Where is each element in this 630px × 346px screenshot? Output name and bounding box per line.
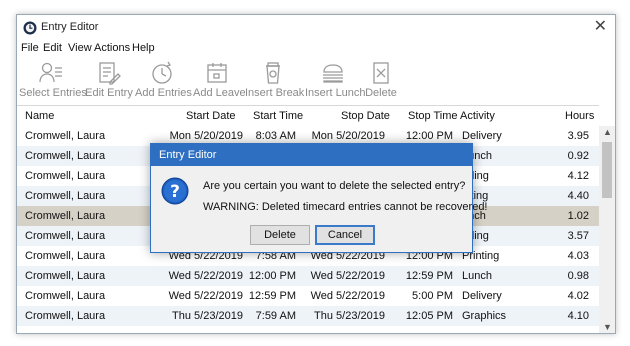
dialog-title: Entry Editor	[159, 149, 217, 161]
cell-hours: 3.57	[567, 230, 589, 242]
cell-start-date: Wed 5/22/2019	[168, 290, 243, 302]
edit-entry-label: Edit Entry	[85, 87, 133, 99]
cell-start-date: Mon 5/20/2019	[169, 130, 243, 142]
cell-hours: 4.40	[567, 190, 589, 202]
cell-start-time: 12:59 PM	[248, 290, 296, 302]
dialog-delete-button[interactable]: Delete	[250, 225, 310, 245]
dialog-cancel-button[interactable]: Cancel	[315, 225, 375, 245]
cell-activity: Delivery	[462, 290, 502, 302]
confirm-delete-dialog: Entry Editor ? Are you certain you want …	[150, 143, 488, 253]
cell-hours: 4.02	[567, 290, 589, 302]
cell-hours: 4.03	[567, 250, 589, 262]
cell-stop-time: 5:00 PM	[412, 290, 453, 302]
menu-actions[interactable]: Actions	[94, 42, 130, 54]
add-entries-label: Add Entries	[135, 87, 192, 99]
cell-stop-time: 12:00 PM	[405, 130, 453, 142]
cell-hours: 3.95	[567, 130, 589, 142]
column-header-stop-time[interactable]: Stop Time	[408, 110, 458, 122]
delete-button[interactable]: Delete	[363, 60, 399, 102]
cell-name: Cromwell, Laura	[25, 230, 106, 242]
cell-name: Cromwell, Laura	[25, 150, 106, 162]
cell-start-time: 12:00 PM	[248, 270, 296, 282]
cell-name: Cromwell, Laura	[25, 290, 106, 302]
cell-activity: Delivery	[462, 130, 502, 142]
select-entries-icon	[39, 62, 62, 83]
delete-label: Delete	[365, 87, 397, 99]
menu-view[interactable]: View	[68, 42, 92, 54]
table-header: Name Start Date Start Time Stop Date Sto…	[17, 105, 599, 127]
cell-stop-date: Wed 5/22/2019	[310, 290, 385, 302]
cell-hours: 4.12	[567, 170, 589, 182]
cell-start-time: 8:03 AM	[255, 130, 296, 142]
column-header-hours[interactable]: Hours	[565, 110, 594, 122]
insert-lunch-icon	[323, 64, 343, 83]
column-header-activity[interactable]: Activity	[460, 110, 495, 122]
cell-hours: 0.98	[567, 270, 589, 282]
cell-activity: Lunch	[462, 270, 492, 282]
table-row[interactable]: Cromwell, Laura Wed 5/22/2019 12:00 PM Wed …	[17, 266, 599, 286]
table-row[interactable]: Cromwell, Laura Thu 5/23/2019 7:59 AM Thu 5…	[17, 306, 599, 326]
table-row[interactable]: Cromwell, Laura Wed 5/22/2019 12:59 PM Wed …	[17, 286, 599, 306]
cell-start-time: 7:59 AM	[255, 310, 296, 322]
insert-break-button[interactable]: Insert Break	[245, 60, 305, 102]
cell-name: Cromwell, Laura	[25, 190, 106, 202]
insert-lunch-button[interactable]: Insert Lunch	[305, 60, 366, 102]
delete-icon	[373, 62, 389, 84]
dialog-warning: WARNING: Deleted timecard entries cannot…	[203, 201, 488, 213]
cell-stop-date: Wed 5/22/2019	[310, 270, 385, 282]
column-header-stop-date[interactable]: Stop Date	[341, 110, 390, 122]
insert-break-label: Insert Break	[245, 87, 305, 99]
select-entries-label: Select Entries	[19, 87, 87, 99]
question-icon: ?	[161, 177, 189, 205]
svg-text:?: ?	[170, 182, 180, 202]
cell-stop-time: 12:59 PM	[405, 270, 453, 282]
cell-hours: 0.92	[567, 150, 589, 162]
window-title: Entry Editor	[41, 21, 99, 33]
cell-name: Cromwell, Laura	[25, 270, 106, 282]
vertical-scrollbar[interactable]: ▲ ▼	[599, 126, 615, 333]
menu-file[interactable]: File	[21, 42, 39, 54]
cell-start-date: Wed 5/22/2019	[168, 270, 243, 282]
column-header-start-date[interactable]: Start Date	[186, 110, 236, 122]
cell-stop-date: Mon 5/20/2019	[311, 130, 385, 142]
dialog-message: Are you certain you want to delete the s…	[203, 180, 466, 192]
add-leave-icon	[207, 63, 227, 83]
edit-entry-icon	[99, 62, 121, 85]
add-entries-icon	[152, 61, 172, 84]
add-entries-button[interactable]: Add Entries	[135, 60, 192, 102]
cell-start-date: Thu 5/23/2019	[172, 310, 243, 322]
cell-activity: Graphics	[462, 310, 507, 322]
insert-lunch-label: Insert Lunch	[305, 87, 366, 99]
cell-name: Cromwell, Laura	[25, 170, 106, 182]
title-bar: Entry Editor ✕	[17, 15, 615, 41]
cell-name: Cromwell, Laura	[25, 130, 106, 142]
app-icon	[23, 21, 37, 35]
edit-entry-button[interactable]: Edit Entry	[85, 60, 133, 102]
menu-edit[interactable]: Edit	[43, 42, 62, 54]
cell-name: Cromwell, Laura	[25, 250, 106, 262]
cell-stop-time: 12:05 PM	[405, 310, 453, 322]
close-icon[interactable]: ✕	[594, 18, 607, 36]
cell-stop-date: Thu 5/23/2019	[314, 310, 385, 322]
cell-name: Cromwell, Laura	[25, 210, 106, 222]
select-entries-button[interactable]: Select Entries	[19, 60, 87, 102]
add-leave-button[interactable]: Add Leave	[193, 60, 246, 102]
cell-name: Cromwell, Laura	[25, 310, 106, 322]
menu-help[interactable]: Help	[132, 42, 155, 54]
add-leave-label: Add Leave	[193, 87, 246, 99]
scrollbar-thumb[interactable]	[602, 142, 612, 198]
cell-hours: 4.10	[567, 310, 589, 322]
insert-break-icon	[266, 62, 280, 84]
toolbar: Select Entries Edit Entry Add Entries Ad…	[17, 58, 615, 104]
cell-hours: 1.02	[567, 210, 589, 222]
menu-bar: File Edit View Actions Help	[17, 41, 615, 57]
scroll-up-arrow-icon[interactable]: ▲	[603, 127, 612, 137]
column-header-name[interactable]: Name	[25, 110, 54, 122]
column-header-start-time[interactable]: Start Time	[253, 110, 303, 122]
dialog-title-bar: Entry Editor	[151, 144, 472, 166]
scroll-down-arrow-icon[interactable]: ▼	[603, 322, 612, 332]
